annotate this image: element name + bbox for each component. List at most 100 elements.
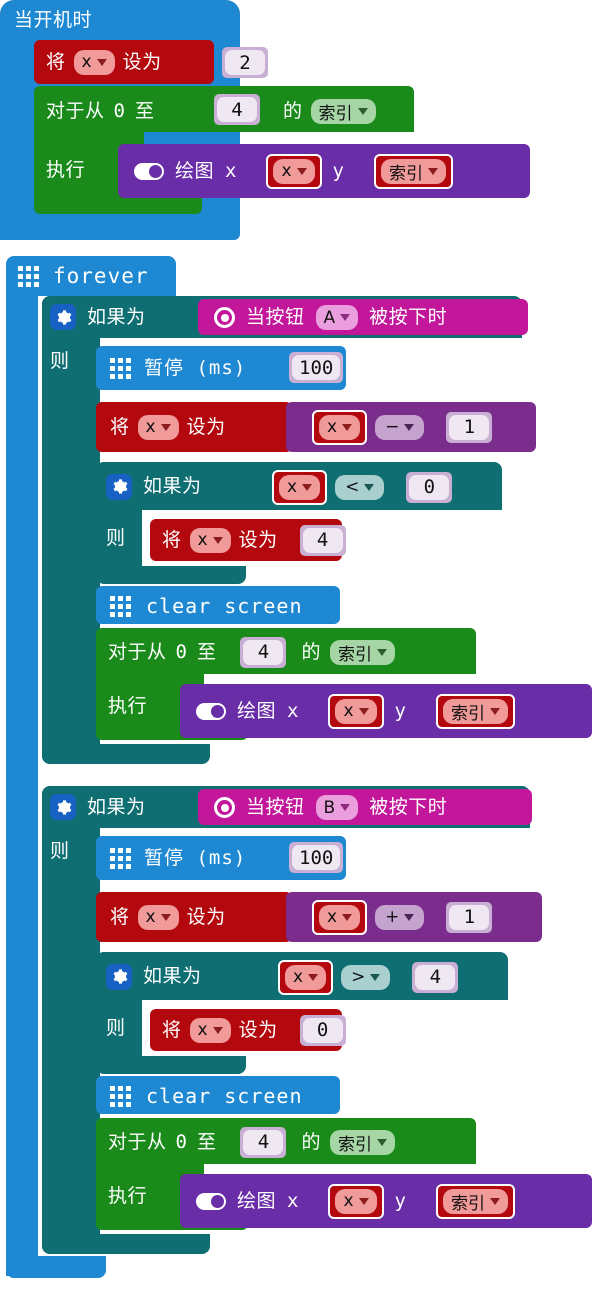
comparison-left-reporter[interactable]: x	[272, 469, 328, 505]
comparison-operator-dropdown[interactable]: <	[335, 474, 385, 500]
comparison-right-socket	[392, 474, 404, 500]
for-of-label: 的	[283, 99, 303, 122]
led-grid-icon	[18, 265, 39, 287]
variable-dropdown[interactable]: x	[319, 414, 361, 440]
for-to-number-slot[interactable]: 4	[214, 94, 260, 125]
value-socket	[233, 904, 245, 930]
inner-if-bottom-b	[96, 1056, 246, 1074]
variable-dropdown[interactable]: x	[335, 698, 377, 724]
plot-y-socket	[417, 1188, 429, 1214]
clear-screen-label: clear screen	[146, 594, 303, 618]
variable-dropdown[interactable]: x	[189, 1017, 231, 1043]
variable-name: x	[343, 701, 354, 721]
button-pressed-row-b: 当按钮 B 被按下时	[214, 795, 447, 820]
pause-label: 暂停 (ms)	[144, 357, 247, 379]
math-expression-row-b: x + 1	[298, 899, 493, 935]
set-prefix-label: 将	[162, 528, 182, 551]
operator-symbol: −	[385, 417, 400, 437]
variable-dropdown[interactable]: x	[273, 158, 315, 184]
inner-then-label-a: 则	[106, 525, 126, 551]
variable-dropdown[interactable]: x	[137, 414, 179, 440]
variable-dropdown[interactable]: x	[279, 474, 321, 500]
plot-x-socket	[310, 1188, 322, 1214]
left-operand-reporter[interactable]: x	[312, 899, 368, 935]
variable-dropdown[interactable]: x	[137, 904, 179, 930]
chevron-down-icon	[489, 707, 500, 715]
index-variable-dropdown[interactable]: 索引	[330, 1129, 395, 1155]
for-to-socket	[225, 639, 237, 665]
for-to-number-slot[interactable]: 4	[240, 1126, 287, 1158]
variable-dropdown[interactable]: x	[335, 1188, 377, 1214]
value-socket	[233, 414, 245, 440]
button-pressed-row-a: 当按钮 A 被按下时	[214, 305, 447, 330]
number-slot[interactable]: 0	[299, 1014, 346, 1046]
chevron-down-icon	[160, 913, 171, 921]
operator-dropdown[interactable]: −	[375, 414, 425, 440]
if-label: 如果为	[87, 305, 146, 328]
plot-y-label: y	[332, 159, 345, 182]
value-socket	[169, 49, 181, 75]
pause-number-slot-a[interactable]: 100	[289, 352, 344, 383]
variable-dropdown[interactable]: x	[189, 527, 231, 553]
variable-name: x	[145, 417, 156, 437]
plot-x-variable-reporter[interactable]: x	[328, 693, 384, 729]
plot-y-label: y	[394, 699, 407, 722]
plot-y-variable-reporter[interactable]: 索引	[435, 1183, 515, 1219]
comparison-left-reporter[interactable]: x	[278, 959, 334, 995]
set-variable-row-b: 将 x 设为	[110, 903, 245, 931]
on-start-left-column	[0, 30, 38, 240]
comparison-right-slot[interactable]: 4	[412, 961, 459, 993]
gear-icon[interactable]	[106, 473, 132, 500]
plot-x-label: x	[225, 159, 238, 182]
left-operand-reporter[interactable]: x	[312, 409, 368, 445]
plot-x-variable-reporter[interactable]: x	[328, 1183, 384, 1219]
right-operand-slot[interactable]: 1	[446, 411, 493, 443]
index-variable-dropdown[interactable]: 索引	[442, 698, 508, 724]
toggle-icon	[196, 702, 226, 720]
comparison-right-slot[interactable]: 0	[406, 471, 453, 503]
number-slot[interactable]: 4	[299, 524, 346, 556]
variable-dropdown[interactable]: x	[285, 964, 327, 990]
then-label: 则	[106, 526, 126, 549]
index-variable-name: 索引	[388, 163, 423, 184]
chevron-down-icon	[377, 1138, 387, 1146]
variable-name: x	[197, 1020, 208, 1040]
button-dropdown[interactable]: A	[315, 305, 359, 330]
toggle-icon	[134, 162, 164, 180]
for-prefix-label: 对于从	[108, 1130, 167, 1153]
inner-if-bottom-a	[96, 566, 246, 584]
then-label: 则	[50, 839, 70, 862]
for-of-label: 的	[301, 640, 321, 663]
for-do-row-a: 执行	[108, 693, 147, 719]
if-label: 如果为	[143, 475, 202, 497]
forever-bottom	[6, 1256, 106, 1278]
gear-icon[interactable]	[50, 304, 76, 330]
for-loop-bottom	[34, 196, 202, 214]
pause-number-slot-b[interactable]: 100	[289, 842, 344, 873]
button-dropdown[interactable]: B	[315, 795, 359, 820]
pause-label: 暂停 (ms)	[144, 847, 247, 869]
button-prefix-label: 当按钮	[246, 796, 305, 818]
for-to-number-slot[interactable]: 4	[240, 636, 287, 668]
comparison-operator-dropdown[interactable]: >	[341, 964, 391, 990]
forever-left-column	[6, 296, 38, 1276]
gear-icon[interactable]	[50, 794, 76, 820]
if-block-b-bottom	[42, 1234, 210, 1254]
index-variable-dropdown[interactable]: 索引	[442, 1188, 508, 1214]
index-variable-dropdown[interactable]: 索引	[380, 158, 446, 184]
right-operand-slot[interactable]: 1	[446, 901, 493, 933]
plot-y-variable-reporter[interactable]: 索引	[435, 693, 515, 729]
variable-dropdown[interactable]: x	[319, 904, 361, 930]
number-slot[interactable]: 2	[222, 47, 268, 78]
then-label-row-b: 则	[50, 838, 70, 864]
gear-icon[interactable]	[106, 963, 132, 990]
pause-value: 100	[292, 355, 341, 380]
operator-dropdown[interactable]: +	[375, 904, 425, 930]
index-variable-name: 索引	[450, 1193, 485, 1214]
plot-y-variable-reporter[interactable]: 索引	[373, 153, 453, 189]
index-variable-dropdown[interactable]: 索引	[330, 639, 395, 665]
index-variable-dropdown[interactable]: 索引	[310, 98, 376, 124]
right-operand-value: 1	[449, 904, 490, 930]
plot-x-variable-reporter[interactable]: x	[266, 153, 322, 189]
variable-dropdown[interactable]: x	[73, 49, 115, 75]
